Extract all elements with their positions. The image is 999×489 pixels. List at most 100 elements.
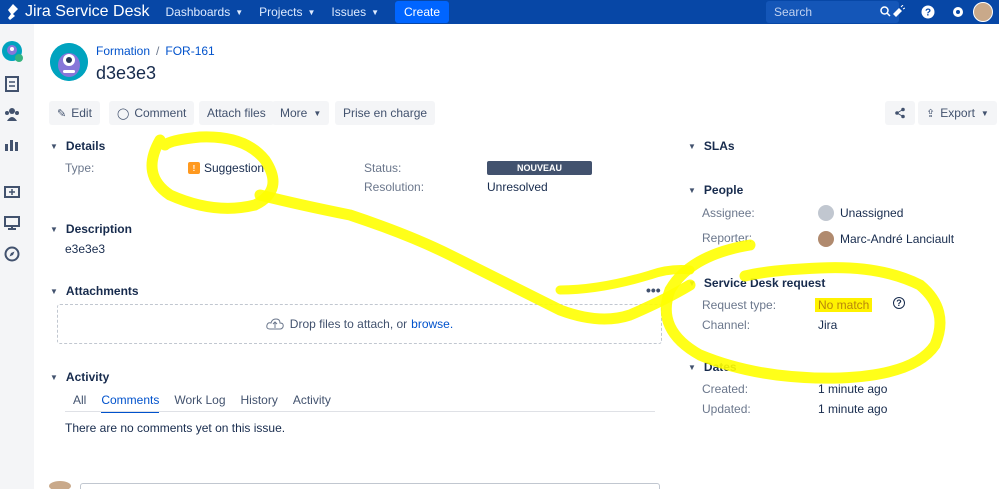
comment-input[interactable] [80,483,660,489]
nav-issues[interactable]: Issues ▼ [331,5,379,19]
customers-icon[interactable] [4,106,20,122]
create-button[interactable]: Create [395,1,450,23]
monitor-icon[interactable] [4,215,20,231]
slas-toggle[interactable]: ▼ SLAs [688,139,735,153]
top-navigation-bar: Jira Service Desk Dashboards ▼ Projects ▼ … [0,0,999,24]
jira-logo[interactable]: Jira Service Desk [6,3,149,21]
channel-value: Jira [818,318,838,332]
more-button-label: More [280,106,308,120]
chevron-down-icon: ▼ [371,7,380,17]
jira-logo-icon [8,4,18,20]
issue-title[interactable]: d3e3e3 [96,63,156,84]
breadcrumb-project[interactable]: Formation [96,44,150,58]
status-badge[interactable]: NOUVEAU [487,161,592,175]
attachments-toggle[interactable]: ▼ Attachments [50,284,139,298]
chevron-down-icon: ▼ [307,7,316,17]
request-type-label: Request type: [702,298,777,312]
share-icon [895,107,905,119]
created-label: Created: [702,382,749,396]
edit-button[interactable]: ✎ Edit [49,101,100,125]
attachment-dropzone[interactable]: Drop files to attach, or browse. [57,304,662,344]
search-input[interactable]: Search [766,1,899,23]
breadcrumb-separator: / [156,44,160,58]
main-nav: Dashboards ▼ Projects ▼ Issues ▼ Create [165,1,450,23]
suggestion-icon: ! [188,162,200,174]
breadcrumb: Formation / FOR-161 [96,44,215,58]
dates-toggle[interactable]: ▼ Dates [688,360,737,374]
notifications-icon[interactable] [889,3,907,21]
reports-icon[interactable] [4,136,20,152]
chevron-down-icon: ▼ [50,372,58,382]
reporter-value[interactable]: Marc-André Lanciault [818,231,954,247]
queues-icon[interactable] [4,76,20,92]
resolution-label: Resolution: [364,180,425,194]
details-toggle[interactable]: ▼ Details [50,139,105,153]
export-icon: ⇪ [926,107,936,120]
channel-label: Channel: [702,318,751,332]
browse-link[interactable]: browse. [411,317,453,331]
cloud-upload-icon [266,318,284,330]
description-heading: Description [65,222,132,236]
assignee-value[interactable]: Unassigned [818,205,903,221]
service-desk-toggle[interactable]: ▼ Service Desk request [688,276,825,290]
prise-en-charge-button[interactable]: Prise en charge [335,101,436,125]
service-desk-heading: Service Desk request [703,276,826,290]
chevron-down-icon: ▼ [980,108,989,118]
tab-divider [65,411,655,412]
more-button[interactable]: More ▼ [272,101,330,125]
nav-projects[interactable]: Projects ▼ [259,5,315,19]
settings-icon[interactable] [949,3,967,21]
dropzone-text: Drop files to attach, or [289,317,408,331]
description-toggle[interactable]: ▼ Description [50,222,132,236]
tab-all[interactable]: All [73,393,86,413]
request-type-text: No match [815,298,873,312]
breadcrumb-issue-key[interactable]: FOR-161 [165,44,214,58]
people-toggle[interactable]: ▼ People [688,183,743,197]
edit-button-label: Edit [71,106,92,120]
help-icon[interactable]: ? [919,3,937,21]
updated-label: Updated: [702,402,751,416]
slas-heading: SLAs [703,139,735,153]
dates-heading: Dates [703,360,737,374]
user-avatar[interactable] [973,2,993,22]
type-value[interactable]: ! Suggestion [188,161,264,175]
reporter-avatar [818,231,834,247]
nav-dashboards[interactable]: Dashboards ▼ [165,5,243,19]
compass-icon[interactable] [4,246,20,262]
chevron-down-icon: ▼ [50,141,58,151]
details-heading: Details [65,139,106,153]
request-type-value[interactable]: No match [815,298,873,312]
tab-comments[interactable]: Comments [101,393,160,413]
chevron-down-icon: ▼ [688,278,696,288]
add-shortcut-icon[interactable] [4,184,20,200]
chevron-down-icon: ▼ [688,362,696,372]
tab-work-log[interactable]: Work Log [174,393,225,413]
project-avatar-icon[interactable] [1,40,23,62]
comment-avatar [49,481,71,489]
description-text[interactable]: e3e3e3 [65,242,105,256]
app-name: Jira Service Desk [25,3,150,20]
activity-toggle[interactable]: ▼ Activity [50,370,109,384]
chevron-down-icon: ▼ [235,7,244,17]
top-right-icons: ? [883,0,999,24]
comment-button[interactable]: ◯ Comment [109,101,195,125]
tab-activity[interactable]: Activity [293,393,331,413]
assignee-text: Unassigned [840,206,904,220]
export-button[interactable]: ⇪ Export ▼ [918,101,997,125]
comment-button-label: Comment [134,106,187,120]
svg-text:?: ? [925,8,931,19]
chevron-down-icon: ▼ [688,141,696,151]
nav-issues-label: Issues [331,5,367,19]
share-button[interactable] [885,101,915,125]
tab-history[interactable]: History [241,393,278,413]
attachments-more-icon[interactable]: ••• [646,282,661,298]
assignee-label: Assignee: [702,206,755,220]
attach-files-button[interactable]: Attach files [199,101,274,125]
chevron-down-icon: ▼ [50,286,58,296]
resolution-value: Unresolved [487,180,548,194]
people-heading: People [703,183,744,197]
question-icon[interactable]: ? [893,297,905,309]
no-comments-text: There are no comments yet on this issue. [65,421,286,435]
activity-tabs: All Comments Work Log History Activity [73,393,346,413]
project-avatar[interactable] [50,43,88,81]
